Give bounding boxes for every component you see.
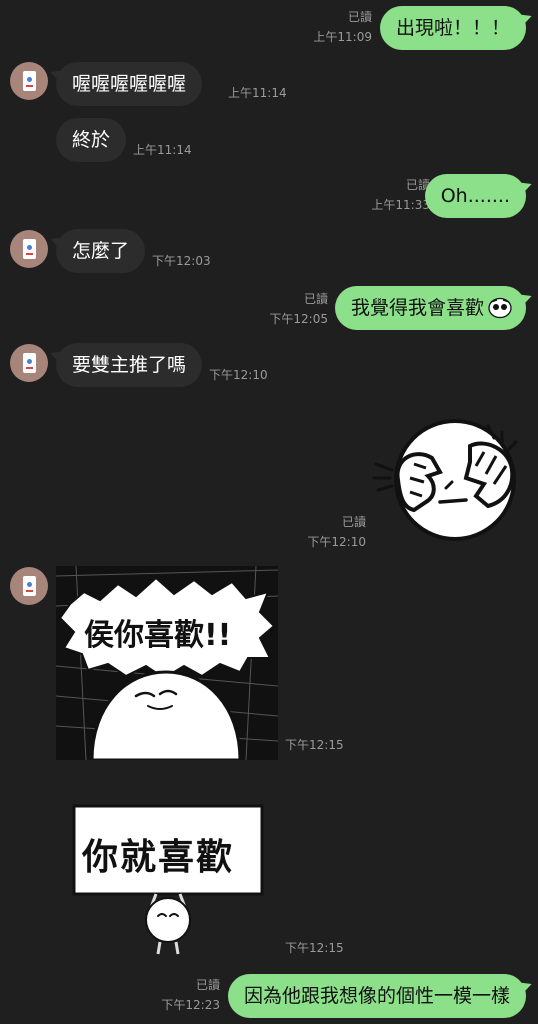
received-message-bubble[interactable]: 怎麼了 <box>56 229 146 273</box>
received-message-bubble[interactable]: 終於 <box>56 118 127 162</box>
sent-message-bubble[interactable]: 因為他跟我想像的個性一模一樣 <box>227 974 526 1018</box>
message-time: 下午12:10 <box>209 368 268 382</box>
read-receipt: 已讀 <box>303 292 328 306</box>
message-time: 下午12:05 <box>269 312 328 326</box>
received-message-bubble[interactable]: 喔喔喔喔喔喔 <box>56 62 203 106</box>
text-sticker[interactable]: 侯你喜歡!! <box>56 566 278 760</box>
sent-message-bubble[interactable]: 我覺得我會喜歡 <box>334 286 526 330</box>
read-receipt: 已讀 <box>195 978 220 992</box>
contact-avatar[interactable] <box>10 62 48 100</box>
contact-avatar[interactable] <box>10 344 48 382</box>
sticker-caption: 侯你喜歡!! <box>84 618 232 653</box>
message-time: 下午12:10 <box>307 535 366 549</box>
message-time: 下午12:15 <box>285 941 344 955</box>
contact-avatar[interactable] <box>10 230 48 268</box>
message-time: 上午11:14 <box>228 86 287 100</box>
read-receipt: 已讀 <box>347 10 372 24</box>
face-palm-sticker[interactable] <box>370 418 528 544</box>
eyes-emoji-icon <box>488 297 512 319</box>
message-time: 下午12:23 <box>161 998 220 1012</box>
message-text: 我覺得我會喜歡 <box>350 297 484 319</box>
contact-avatar[interactable] <box>10 567 48 605</box>
received-message-bubble[interactable]: 要雙主推了嗎 <box>56 343 203 387</box>
message-time: 下午12:15 <box>285 738 344 752</box>
message-time: 上午11:33 <box>371 198 430 212</box>
sent-message-bubble[interactable]: 出現啦！！！ <box>379 6 526 50</box>
message-time: 上午11:14 <box>133 143 192 157</box>
read-receipt: 已讀 <box>341 515 366 529</box>
message-time: 下午12:03 <box>152 254 211 268</box>
message-time: 上午11:09 <box>313 30 372 44</box>
sent-message-bubble[interactable]: Oh....... <box>424 174 526 218</box>
sign-sticker[interactable]: 你就喜歡 <box>70 800 266 956</box>
sticker-caption: 你就喜歡 <box>82 837 235 878</box>
